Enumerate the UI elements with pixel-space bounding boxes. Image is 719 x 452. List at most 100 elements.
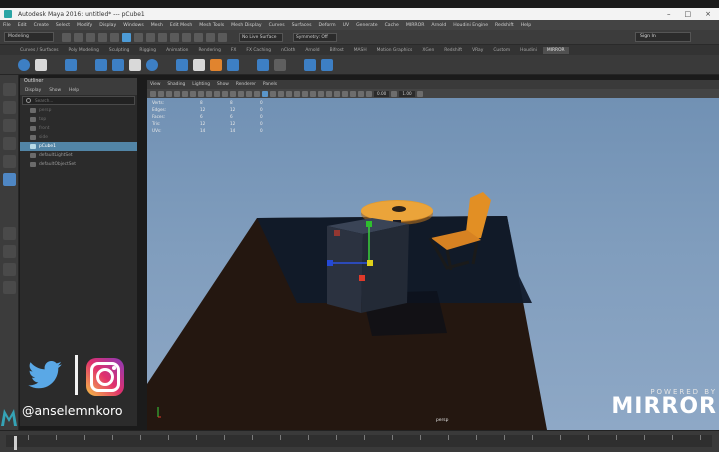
menu-houdini-engine[interactable]: Houdini Engine [453, 23, 488, 28]
color-management-icon[interactable] [416, 90, 423, 97]
outliner-item-persp[interactable]: persp [20, 106, 137, 115]
viewport-menu-shading[interactable]: Shading [167, 82, 185, 87]
mirror-stack-icon[interactable] [227, 58, 239, 71]
smooth-shade-icon[interactable] [262, 90, 268, 97]
wireframe-icon[interactable] [254, 90, 260, 97]
menu-surfaces[interactable]: Surfaces [292, 23, 312, 28]
menu-file[interactable]: File [3, 23, 11, 28]
mirror-settings-icon[interactable] [274, 58, 286, 71]
safe-action-icon[interactable] [238, 90, 244, 97]
time-slider-track[interactable] [6, 435, 712, 450]
select-hierarchy-icon[interactable] [122, 32, 131, 42]
menu-cache[interactable]: Cache [385, 23, 399, 28]
menu-edit-mesh[interactable]: Edit Mesh [170, 23, 192, 28]
mirror-globe-icon[interactable] [18, 58, 30, 71]
select-tool-icon[interactable] [3, 83, 16, 96]
menu-modify[interactable]: Modify [77, 23, 92, 28]
gamma-field[interactable]: 1.00 [399, 90, 415, 97]
outliner-item-side[interactable]: side [20, 133, 137, 142]
minimize-button[interactable]: – [667, 10, 671, 18]
sign-in-button[interactable]: Sign In [635, 32, 691, 42]
tab-vray[interactable]: VRay [468, 47, 487, 54]
xray-components-icon[interactable] [366, 90, 372, 97]
outliner-menu-display[interactable]: Display [25, 88, 41, 93]
four-view-layout-icon[interactable] [3, 245, 16, 258]
move-tool-icon[interactable] [3, 137, 16, 150]
image-plane-icon[interactable] [174, 90, 180, 97]
menu-select[interactable]: Select [56, 23, 70, 28]
menu-mesh-tools[interactable]: Mesh Tools [199, 23, 224, 28]
2d-pan-zoom-icon[interactable] [182, 90, 188, 97]
mirror-uv-icon[interactable] [65, 58, 77, 71]
screen-space-ao-icon[interactable] [310, 90, 316, 97]
tab-fx-caching[interactable]: FX Caching [242, 47, 275, 54]
outliner-menu-help[interactable]: Help [69, 88, 79, 93]
grease-pencil-icon[interactable] [190, 90, 196, 97]
save-scene-icon[interactable] [86, 32, 95, 42]
shadows-icon[interactable] [302, 90, 308, 97]
bookmark-icon[interactable] [166, 90, 172, 97]
outliner-layout-icon[interactable] [3, 263, 16, 276]
menu-create[interactable]: Create [34, 23, 49, 28]
outliner-item-pcube1[interactable]: pCube1 [20, 142, 137, 151]
anti-aliasing-icon[interactable] [326, 90, 332, 97]
outliner-item-front[interactable]: front [20, 124, 137, 133]
tab-xgen[interactable]: XGen [418, 47, 438, 54]
tab-mash[interactable]: MASH [350, 47, 371, 54]
menu-deform[interactable]: Deform [319, 23, 336, 28]
tab-redshift[interactable]: Redshift [440, 47, 466, 54]
default-material-icon[interactable] [270, 90, 276, 97]
gate-mask-icon[interactable] [222, 90, 228, 97]
menu-mesh[interactable]: Mesh [151, 23, 163, 28]
tab-bifrost[interactable]: Bifrost [326, 47, 348, 54]
mirror-align-icon[interactable] [176, 58, 188, 71]
maximize-button[interactable]: □ [685, 10, 692, 18]
tab-motion-graphics[interactable]: Motion Graphics [373, 47, 417, 54]
gamma-icon[interactable] [391, 90, 398, 97]
menu-curves[interactable]: Curves [269, 23, 285, 28]
live-surface-dropdown[interactable]: No Live Surface [239, 32, 283, 42]
tab-poly-modeling[interactable]: Poly Modeling [65, 47, 103, 54]
menu-uv[interactable]: UV [343, 23, 350, 28]
exposure-field[interactable]: 0.00 [374, 90, 390, 97]
menu-redshift[interactable]: Redshift [495, 23, 514, 28]
menu-help[interactable]: Help [521, 23, 531, 28]
menuset-dropdown[interactable]: Modeling [4, 32, 54, 42]
textured-icon[interactable] [286, 90, 292, 97]
mirror-link-icon[interactable] [193, 58, 205, 71]
new-scene-icon[interactable] [62, 32, 71, 42]
redo-icon[interactable] [110, 32, 119, 42]
tab-animation[interactable]: Animation [162, 47, 192, 54]
mirror-grid-icon[interactable] [95, 58, 107, 71]
mirror-tag-icon[interactable] [210, 58, 222, 71]
menu-arnold[interactable]: Arnold [431, 23, 446, 28]
tab-rigging[interactable]: Rigging [135, 47, 160, 54]
tab-fx[interactable]: FX [227, 47, 241, 54]
wireframe-on-shaded-icon[interactable] [278, 90, 284, 97]
menu-edit[interactable]: Edit [18, 23, 27, 28]
menu-display[interactable]: Display [99, 23, 116, 28]
menu-mirror[interactable]: MIRROR [406, 23, 425, 28]
isolate-select-icon[interactable] [342, 90, 348, 97]
xray-joints-icon[interactable] [358, 90, 364, 97]
film-gate-icon[interactable] [206, 90, 212, 97]
tab-ncloth[interactable]: nCloth [277, 47, 299, 54]
menu-generate[interactable]: Generate [356, 23, 377, 28]
tab-sculpting[interactable]: Sculpting [105, 47, 134, 54]
tab-mirror[interactable]: MIRROR [542, 46, 569, 54]
mirror-sphere-icon[interactable] [146, 58, 158, 71]
tab-custom[interactable]: Custom [489, 47, 514, 54]
use-all-lights-icon[interactable] [294, 90, 300, 97]
symmetry-dropdown[interactable]: Symmetry: Off [293, 32, 337, 42]
time-playhead[interactable] [14, 436, 17, 450]
tab-curves-surfaces[interactable]: Curves / Surfaces [16, 47, 63, 54]
time-slider[interactable] [0, 430, 719, 452]
ipr-render-icon[interactable] [218, 32, 227, 42]
field-chart-icon[interactable] [230, 90, 236, 97]
xray-icon[interactable] [350, 90, 356, 97]
snap-curve-icon[interactable] [170, 32, 179, 42]
scale-tool-icon[interactable] [3, 173, 16, 186]
mirror-flip-icon[interactable] [129, 58, 141, 71]
tab-houdini[interactable]: Houdini [516, 47, 541, 54]
camera-attributes-icon[interactable] [158, 90, 164, 97]
